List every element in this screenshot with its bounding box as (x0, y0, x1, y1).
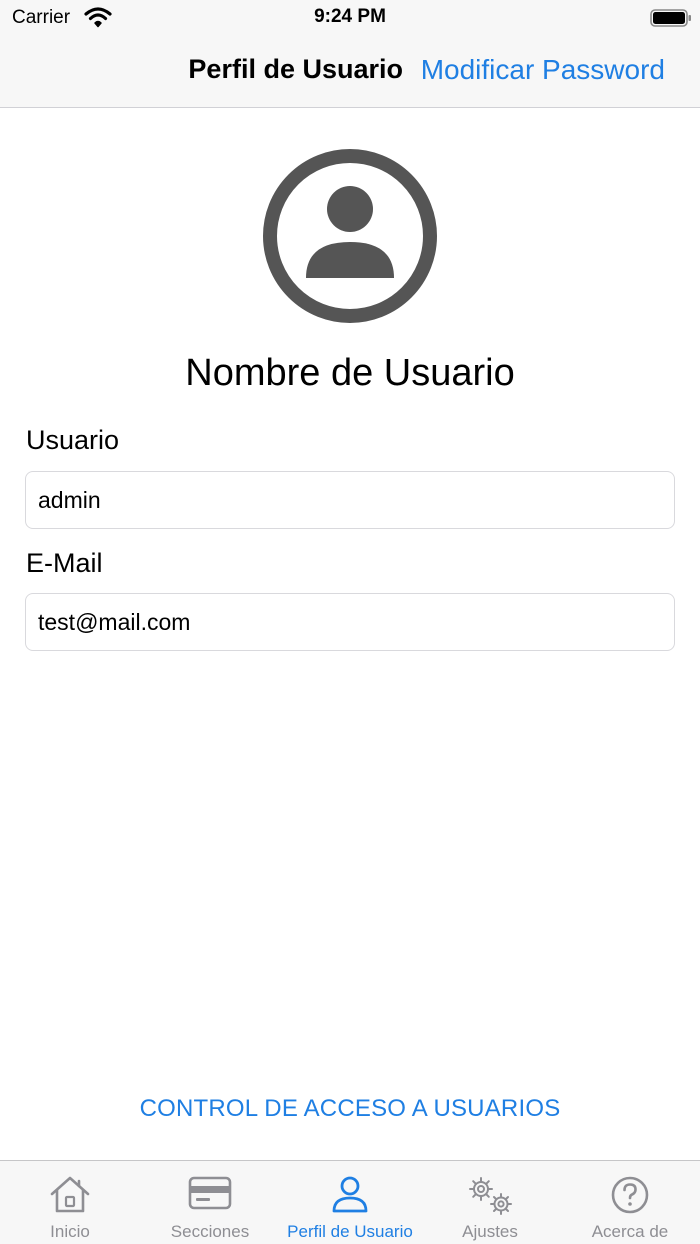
clock: 9:24 PM (314, 6, 386, 27)
tab-label: Secciones (170, 1222, 250, 1241)
tab-acerca-de[interactable]: Acerca de (560, 1161, 700, 1244)
gears-icon (469, 1177, 512, 1215)
modify-password-button[interactable]: Modificar Password (421, 54, 665, 86)
page-title: Perfil de Usuario (188, 54, 403, 84)
profile-screen: Carrier 9:24 PM Perfil de Usuario Modifi… (0, 0, 700, 1244)
tab-ajustes[interactable]: Ajustes (420, 1161, 560, 1244)
tab-label: Ajustes (462, 1222, 518, 1241)
tab-label: Inicio (50, 1222, 90, 1241)
username-label: Usuario (26, 425, 120, 455)
tab-secciones[interactable]: Secciones (140, 1161, 280, 1244)
username-field[interactable]: admin (25, 471, 675, 529)
card-icon (188, 1176, 232, 1210)
user-display-name: Nombre de Usuario (185, 352, 515, 394)
battery-icon (650, 9, 691, 27)
home-icon (50, 1176, 90, 1213)
status-bar: Carrier 9:24 PM (0, 0, 700, 36)
email-field[interactable]: test@mail.com (25, 593, 675, 651)
tab-label: Acerca de (591, 1222, 669, 1241)
user-access-control-button[interactable]: CONTROL DE ACCESO A USUARIOS (0, 1095, 700, 1123)
navigation-bar: Perfil de Usuario Modificar Password (0, 36, 700, 108)
email-label: E-Mail (26, 548, 103, 578)
tab-perfil-de-usuario[interactable]: Perfil de Usuario (280, 1161, 420, 1244)
tab-inicio[interactable]: Inicio (0, 1161, 140, 1244)
question-circle-icon (611, 1176, 649, 1214)
person-icon (332, 1176, 368, 1213)
tab-label: Perfil de Usuario (287, 1222, 413, 1241)
avatar (263, 149, 437, 323)
tab-bar: Inicio Secciones Perfil de Usuario Ajust… (0, 1160, 700, 1244)
